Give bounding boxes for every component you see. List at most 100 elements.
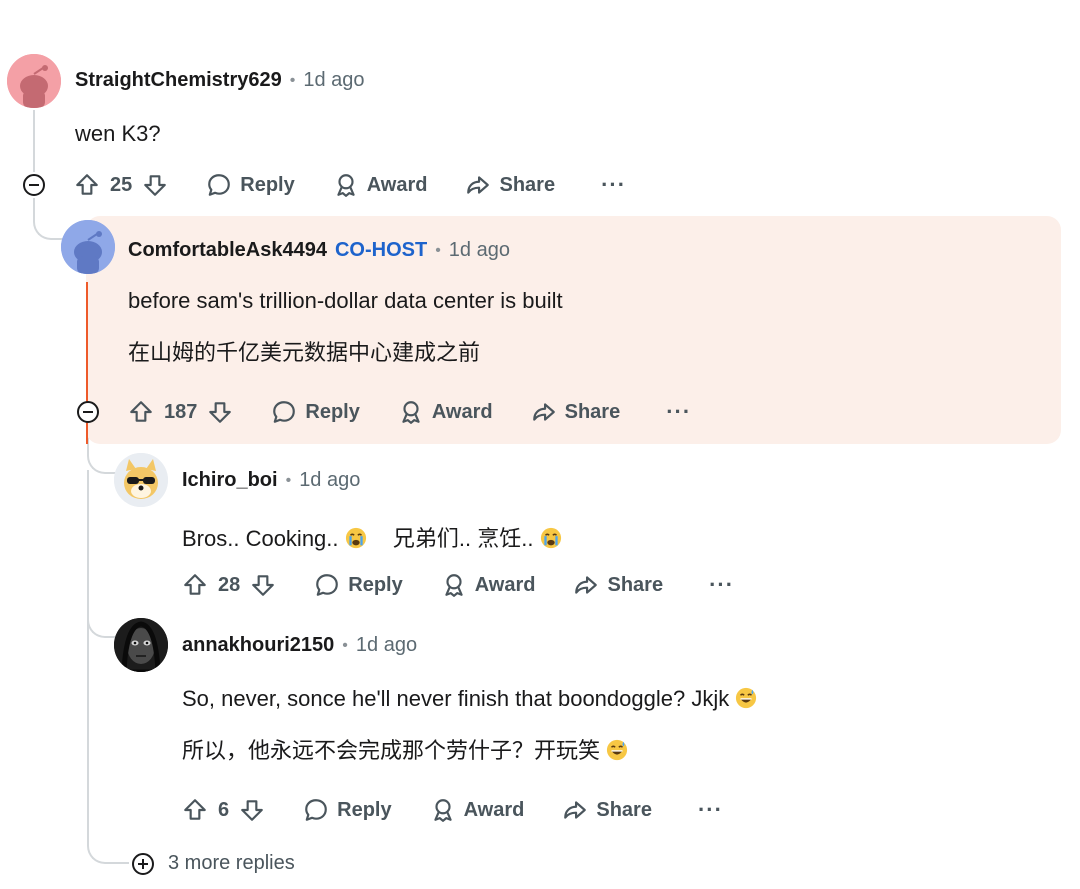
collapse-thread-button[interactable]: [77, 401, 99, 423]
author-name[interactable]: Ichiro_boi: [182, 469, 278, 492]
avatar[interactable]: [7, 54, 61, 108]
share-icon: [575, 576, 598, 594]
downvote-icon[interactable]: [239, 797, 265, 823]
reply-label: Reply: [240, 173, 295, 196]
share-label: Share: [564, 400, 621, 423]
reply-icon: [316, 574, 339, 596]
separator-dot: •: [289, 71, 296, 89]
thread-elbow: [87, 444, 117, 474]
co-host-badge: CO-HOST: [334, 239, 428, 261]
award-label: Award: [463, 798, 525, 821]
comment-meta: ComfortableAsk4494 CO-HOST • 1d ago: [128, 239, 510, 262]
share-button[interactable]: Share: [562, 797, 652, 823]
reply-icon: [208, 174, 231, 196]
collapse-thread-button[interactable]: [23, 174, 45, 196]
avatar[interactable]: [114, 453, 168, 507]
thread-line: [87, 470, 89, 640]
comment-meta: Ichiro_boi • 1d ago: [182, 469, 360, 492]
separator-dot: •: [285, 471, 292, 489]
comment-text: So, never, sonce he'll never finish that…: [182, 686, 730, 711]
grinning-sweat-emoji-icon: [607, 739, 628, 761]
vote-group: 6: [182, 797, 265, 823]
reply-icon: [305, 799, 327, 821]
share-label: Share: [596, 798, 652, 821]
reply-button[interactable]: Reply: [303, 797, 392, 823]
award-icon: [337, 174, 355, 197]
comment-actions: 187 Reply Award Share ···: [128, 392, 691, 432]
comment-body-translation: 所以，他永远不会完成那个劳什子？开玩笑: [182, 733, 628, 765]
share-button[interactable]: Share: [531, 399, 621, 425]
grinning-sweat-emoji-icon: [736, 687, 757, 709]
dark-face-avatar-icon: [114, 618, 168, 672]
award-label: Award: [474, 573, 536, 596]
separator-dot: •: [435, 241, 441, 259]
award-icon: [402, 401, 420, 424]
timestamp[interactable]: 1d ago: [449, 239, 510, 262]
downvote-icon[interactable]: [250, 572, 276, 598]
downvote-icon[interactable]: [142, 172, 168, 198]
vote-group: 187: [128, 399, 233, 425]
award-button[interactable]: Award: [430, 797, 525, 823]
share-icon: [467, 176, 490, 194]
upvote-icon[interactable]: [74, 172, 100, 198]
vote-group: 28: [182, 572, 276, 598]
award-label: Award: [431, 400, 493, 423]
author-name[interactable]: StraightChemistry629: [75, 69, 282, 92]
more-options-button[interactable]: ···: [666, 399, 691, 425]
more-replies-label: 3 more replies: [168, 852, 295, 874]
upvote-icon[interactable]: [182, 572, 208, 598]
thread-elbow: [87, 632, 129, 864]
reply-button[interactable]: Reply: [271, 399, 360, 425]
comment-body: So, never, sonce he'll never finish that…: [182, 686, 757, 712]
comment-text: Bros.. Cooking..: [182, 526, 339, 551]
thread-elbow: [33, 198, 63, 240]
comment-text-translation: 所以，他永远不会完成那个劳什子？开玩笑: [182, 738, 601, 763]
award-label: Award: [366, 173, 428, 196]
comment-actions: 6 Reply Award Share ···: [182, 790, 723, 830]
comment-body: Bros.. Cooking.. 兄弟们.. 烹饪..: [182, 521, 562, 553]
comment-meta: annakhouri2150 • 1d ago: [182, 634, 417, 657]
doge-sunglasses-avatar-icon: [114, 453, 168, 507]
comment-text-translation: 兄弟们.. 烹饪..: [392, 526, 534, 551]
share-button[interactable]: Share: [465, 172, 555, 198]
avatar[interactable]: [61, 220, 115, 274]
vote-group: 25: [74, 172, 168, 198]
reply-label: Reply: [348, 573, 403, 596]
share-label: Share: [607, 573, 664, 596]
comment-body: before sam's trillion-dollar data center…: [128, 288, 563, 313]
award-button[interactable]: Award: [441, 572, 536, 598]
timestamp[interactable]: 1d ago: [299, 469, 360, 492]
more-replies-button[interactable]: 3 more replies: [132, 852, 295, 875]
comment-meta: StraightChemistry629 • 1d ago: [75, 69, 365, 92]
expand-plus-icon: [132, 852, 154, 875]
vote-count: 25: [110, 173, 133, 196]
author-name[interactable]: ComfortableAsk4494: [128, 239, 327, 262]
vote-count: 187: [164, 400, 198, 423]
reply-label: Reply: [337, 798, 392, 821]
avatar[interactable]: [114, 618, 168, 672]
timestamp[interactable]: 1d ago: [303, 69, 364, 92]
reddit-avatar-icon: [61, 220, 115, 274]
timestamp[interactable]: 1d ago: [356, 634, 417, 657]
author-name[interactable]: annakhouri2150: [182, 634, 334, 657]
comment-body-translation: 在山姆的千亿美元数据中心建成之前: [128, 340, 481, 365]
award-button[interactable]: Award: [398, 399, 493, 425]
crying-face-emoji-icon: [540, 527, 561, 549]
vote-count: 28: [218, 573, 241, 596]
award-icon: [433, 799, 452, 822]
more-options-button[interactable]: ···: [698, 797, 723, 823]
award-icon: [445, 574, 463, 597]
share-button[interactable]: Share: [573, 572, 663, 598]
thread-line: [33, 110, 35, 172]
more-options-button[interactable]: ···: [601, 172, 626, 198]
award-button[interactable]: Award: [333, 172, 428, 198]
downvote-icon[interactable]: [207, 399, 233, 425]
upvote-icon[interactable]: [128, 399, 154, 425]
more-options-button[interactable]: ···: [709, 572, 734, 598]
share-label: Share: [499, 173, 556, 196]
reply-button[interactable]: Reply: [206, 172, 295, 198]
reply-button[interactable]: Reply: [314, 572, 403, 598]
share-icon: [564, 801, 587, 819]
comment-actions: 28 Reply Award Share ···: [182, 565, 734, 605]
upvote-icon[interactable]: [182, 797, 208, 823]
